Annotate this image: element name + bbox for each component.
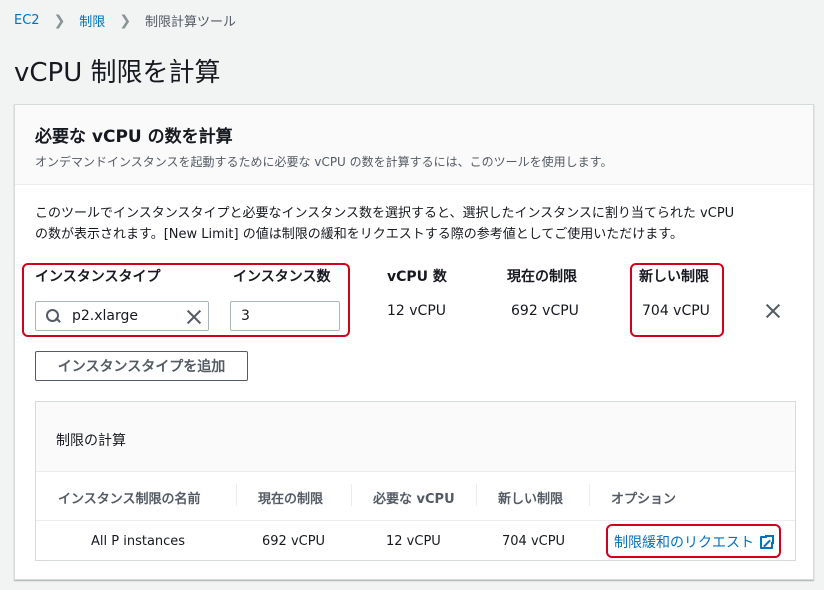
label-new-limit: 新しい制限 xyxy=(639,269,709,285)
intro-text: このツールでインスタンスタイプと必要なインスタンス数を選択すると、選択したインス… xyxy=(35,203,805,245)
limit-calculation-title: 制限の計算 xyxy=(36,402,795,472)
row-current-limit: 692 vCPU xyxy=(262,534,326,549)
column-separator xyxy=(476,484,477,506)
breadcrumb-separator-icon: ❯ xyxy=(119,12,132,29)
column-header-new-limit: 新しい制限 xyxy=(498,492,564,507)
intro-line-2: の数が表示されます。[New Limit] の値は制限の緩和をリクエストする際の… xyxy=(35,227,684,242)
request-link-label: 制限緩和のリクエスト xyxy=(614,535,754,551)
column-separator xyxy=(589,484,590,506)
instance-type-value: p2.xlarge xyxy=(72,308,139,324)
page-title: vCPU 制限を計算 xyxy=(14,58,221,88)
column-header-limit-name: インスタンス制限の名前 xyxy=(58,492,201,507)
column-header-required-vcpu: 必要な vCPU xyxy=(373,492,455,507)
breadcrumb-link-limits[interactable]: 制限 xyxy=(79,11,105,30)
row-limit-name: All P instances xyxy=(91,534,186,549)
vcpu-count-value: 12 vCPU xyxy=(387,303,447,319)
intro-line-1: このツールでインスタンスタイプと必要なインスタンス数を選択すると、選択したインス… xyxy=(35,206,735,221)
panel-title: 必要な vCPU の数を計算 xyxy=(35,127,233,147)
breadcrumb-separator-icon: ❯ xyxy=(53,12,66,29)
add-instance-type-button[interactable]: インスタンスタイプを追加 xyxy=(35,351,248,381)
breadcrumb-current: 制限計算ツール xyxy=(145,15,237,30)
instance-count-input[interactable]: 3 xyxy=(230,301,340,331)
column-separator xyxy=(351,484,352,506)
table-row-divider xyxy=(36,520,795,521)
panel-description: オンデマンドインスタンスを起動するために必要な vCPU の数を計算するには、こ… xyxy=(35,155,613,169)
label-instance-count: インスタンス数 xyxy=(233,269,331,285)
limit-calculation-table: 制限の計算 インスタンス制限の名前 現在の制限 必要な vCPU 新しい制限 オ… xyxy=(35,401,796,561)
breadcrumb: EC2 ❯ 制限 ❯ 制限計算ツール xyxy=(14,11,237,31)
request-limit-increase-link[interactable]: 制限緩和のリクエスト xyxy=(614,532,775,552)
new-limit-value: 704 vCPU xyxy=(642,303,710,319)
instance-count-value: 3 xyxy=(241,308,250,324)
search-icon xyxy=(46,309,60,323)
current-limit-value: 692 vCPU xyxy=(511,303,579,319)
panel-header: 必要な vCPU の数を計算 オンデマンドインスタンスを起動するために必要な v… xyxy=(15,105,813,185)
vcpu-calculator-panel: 必要な vCPU の数を計算 オンデマンドインスタンスを起動するために必要な v… xyxy=(14,104,814,580)
label-vcpu-count: vCPU 数 xyxy=(387,269,447,285)
column-header-current-limit: 現在の制限 xyxy=(258,492,324,507)
column-header-options: オプション xyxy=(611,492,677,507)
label-current-limit: 現在の制限 xyxy=(507,269,577,285)
clear-icon[interactable] xyxy=(186,309,202,325)
breadcrumb-link-ec2[interactable]: EC2 xyxy=(14,13,40,28)
instance-type-search-input[interactable]: p2.xlarge xyxy=(35,301,209,331)
row-new-limit: 704 vCPU xyxy=(502,534,566,549)
label-instance-type: インスタンスタイプ xyxy=(35,269,161,285)
external-link-icon xyxy=(760,533,775,549)
row-required-vcpu: 12 vCPU xyxy=(386,534,441,549)
remove-row-close-icon[interactable] xyxy=(765,303,781,319)
column-separator xyxy=(236,484,237,506)
